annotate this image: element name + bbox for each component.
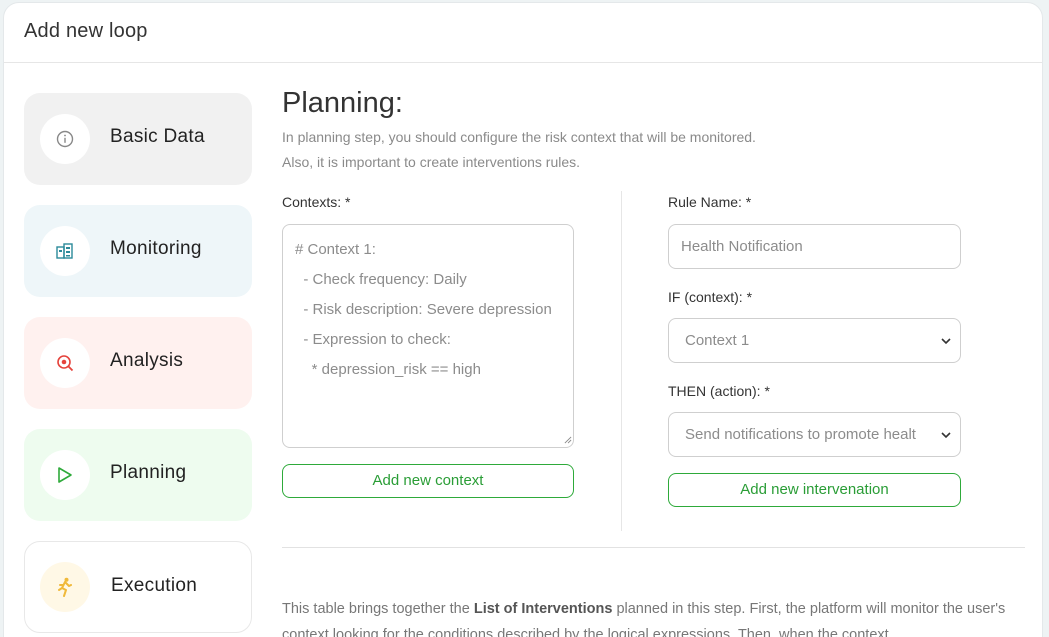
footer-text-bold: List of Interventions xyxy=(473,601,613,617)
play-icon xyxy=(40,450,90,500)
if-context-label: IF (context): * xyxy=(668,289,753,305)
step-monitoring[interactable]: Monitoring xyxy=(24,205,252,297)
add-intervention-button[interactable]: Add new intervenation xyxy=(668,473,961,507)
description-line: In planning step, you should configure t… xyxy=(282,129,756,145)
step-label: Planning xyxy=(110,462,187,483)
chevron-down-icon xyxy=(941,432,951,439)
section-title: Planning: xyxy=(282,87,403,119)
interventions-description: This table brings together the List of I… xyxy=(282,596,1022,637)
then-action-label: THEN (action): * xyxy=(668,383,770,399)
step-analysis[interactable]: Analysis xyxy=(24,317,252,409)
then-action-value: Send notifications to promote healt xyxy=(685,426,916,443)
contexts-label: Contexts: * xyxy=(282,194,351,210)
footer-text-start: This table brings together the xyxy=(282,601,474,617)
step-label: Execution xyxy=(111,575,198,596)
dialog-header: Add new loop xyxy=(4,3,1042,63)
analysis-icon xyxy=(40,338,90,388)
column-divider xyxy=(621,191,622,531)
step-planning[interactable]: Planning xyxy=(24,429,252,521)
runner-icon xyxy=(40,562,90,612)
rule-name-input[interactable]: Health Notification xyxy=(668,224,961,269)
info-icon xyxy=(40,114,90,164)
then-action-select[interactable]: Send notifications to promote healt xyxy=(668,412,961,457)
resize-handle-icon[interactable] xyxy=(564,436,572,444)
if-context-select[interactable]: Context 1 xyxy=(668,318,961,363)
section-description: In planning step, you should configure t… xyxy=(282,125,982,175)
chevron-down-icon xyxy=(941,338,951,345)
if-context-value: Context 1 xyxy=(685,332,750,349)
step-label: Basic Data xyxy=(110,126,205,147)
step-label: Analysis xyxy=(110,350,184,371)
contexts-textarea[interactable]: # Context 1: - Check frequency: Daily - … xyxy=(282,224,574,448)
monitoring-icon xyxy=(40,226,90,276)
description-line: Also, it is important to create interven… xyxy=(282,154,581,170)
dialog-title: Add new loop xyxy=(24,20,148,42)
add-context-button[interactable]: Add new context xyxy=(282,464,574,498)
section-divider xyxy=(282,547,1025,548)
step-execution[interactable]: Execution xyxy=(24,541,252,633)
rule-name-label: Rule Name: * xyxy=(668,194,752,210)
step-label: Monitoring xyxy=(110,238,202,259)
add-loop-dialog: Add new loop Basic Data Monitoring Analy… xyxy=(3,2,1043,637)
step-basic-data[interactable]: Basic Data xyxy=(24,93,252,185)
